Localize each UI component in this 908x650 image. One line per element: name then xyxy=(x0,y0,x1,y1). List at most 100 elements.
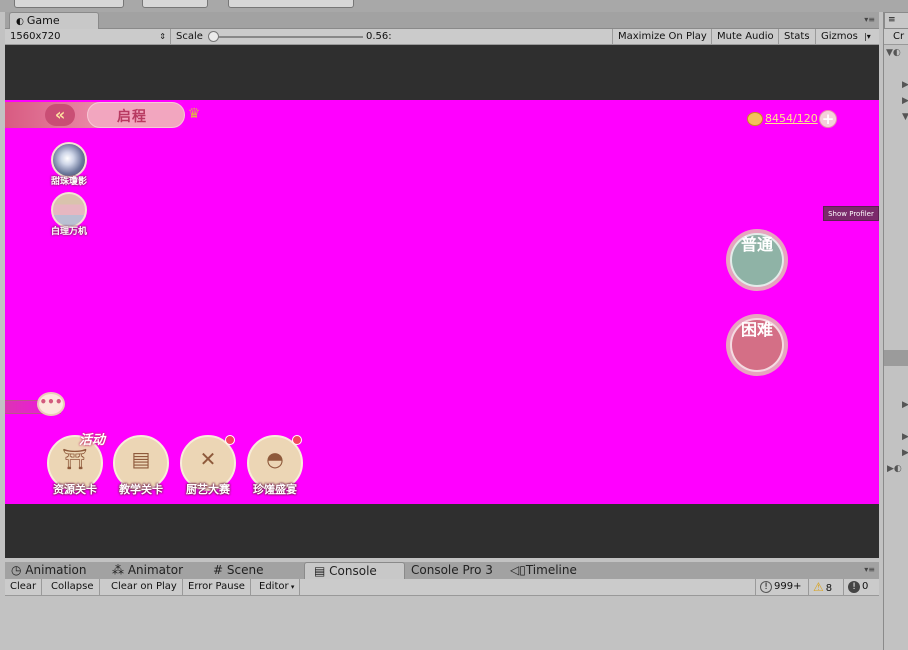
error-count-toggle[interactable]: ! 0 xyxy=(843,579,872,596)
main-toolbar xyxy=(0,0,908,12)
mute-audio-toggle[interactable]: Mute Audio xyxy=(711,29,779,45)
tab-menu-icon[interactable]: ▾≡ xyxy=(864,15,875,24)
difficulty-hard-label: 困难 xyxy=(740,320,773,339)
timeline-icon: ◁▯ xyxy=(510,563,526,577)
game-canvas[interactable]: « 启程 ♛ 8454/120 + 甜珠瓊影 白理万机 Show Profile… xyxy=(5,100,879,504)
editor-dropdown[interactable]: Editor ▾ xyxy=(254,579,301,596)
stats-toggle[interactable]: Stats xyxy=(778,29,815,45)
back-button[interactable]: « xyxy=(45,104,75,126)
crown-icon[interactable]: ♛ xyxy=(183,106,205,122)
tab-menu-icon[interactable]: ▾≡ xyxy=(864,565,875,574)
collapse-arrow-icon[interactable]: ▶ xyxy=(902,80,908,90)
bands-icon xyxy=(51,192,87,228)
orb-icon xyxy=(51,142,87,178)
tutorial-stage-button[interactable]: ▤ 教学关卡 xyxy=(111,435,171,501)
expand-arrow-icon[interactable]: ▼◐ xyxy=(886,48,901,58)
info-icon: ! xyxy=(760,581,772,593)
tab-label: Timeline xyxy=(525,563,577,577)
button-label: 教学关卡 xyxy=(119,483,163,496)
warning-count-toggle[interactable]: ⚠ 8 xyxy=(808,579,836,596)
gizmos-toggle[interactable]: Gizmos |▾ xyxy=(815,29,876,45)
tab-animator[interactable]: ⁂ Animator xyxy=(112,562,183,579)
button-label: 珍馐盛宴 xyxy=(253,483,297,496)
transform-tools[interactable] xyxy=(14,0,124,8)
resource-stage-button[interactable]: ⛩ 活动 资源关卡 xyxy=(45,433,105,501)
clear-on-play-toggle[interactable]: Clear on Play xyxy=(106,579,183,596)
tab-game[interactable]: ◐ Game xyxy=(9,12,99,29)
collapse-arrow-icon[interactable]: ▶ xyxy=(902,432,908,442)
error-icon: ! xyxy=(848,581,860,593)
book-icon: ▤ xyxy=(131,447,151,471)
scale-slider-track[interactable] xyxy=(217,36,363,38)
clock-icon: ◷ xyxy=(11,563,26,577)
collapse-arrow-icon[interactable]: ▶ xyxy=(902,448,908,458)
collapse-arrow-icon[interactable]: ▶ xyxy=(902,96,908,106)
plus-icon: + xyxy=(821,110,835,128)
cloche-icon: ◓ xyxy=(266,447,284,471)
activity-tag: 活动 xyxy=(79,433,106,448)
tab-scene[interactable]: # Scene xyxy=(213,562,263,579)
notification-dot xyxy=(225,435,235,445)
tab-label: Animator xyxy=(127,563,183,577)
resolution-value: 1560x720 xyxy=(10,31,61,42)
temple-icon: ⛩ xyxy=(62,447,88,471)
collapse-arrow-icon[interactable]: ▶◐ xyxy=(887,464,902,474)
dropdown-arrow-icon: ⇕ xyxy=(159,32,166,41)
side-icon-orb[interactable]: 甜珠瓊影 xyxy=(49,142,89,190)
grid-icon: # xyxy=(213,563,227,577)
dropdown-arrow-icon[interactable]: |▾ xyxy=(864,32,871,41)
tab-console-pro[interactable]: Console Pro 3 xyxy=(411,562,493,579)
button-label: 资源关卡 xyxy=(53,483,97,496)
error-pause-toggle[interactable]: Error Pause xyxy=(183,579,251,596)
game-view: « 启程 ♛ 8454/120 + 甜珠瓊影 白理万机 Show Profile… xyxy=(5,45,879,558)
scale-slider-handle[interactable] xyxy=(208,31,219,42)
gizmos-label: Gizmos xyxy=(821,31,858,42)
feast-button[interactable]: ◓ 珍馐盛宴 xyxy=(245,435,305,501)
difficulty-normal-button[interactable]: 普通 xyxy=(726,229,788,291)
scale-label: Scale xyxy=(176,31,203,42)
page-title: 启程 xyxy=(117,109,147,125)
difficulty-hard-button[interactable]: 困难 xyxy=(726,314,788,376)
expand-arrow-icon[interactable]: ▼ xyxy=(902,112,908,122)
pivot-toggle[interactable] xyxy=(228,0,354,8)
hierarchy-panel: ≡ Cr ▼◐ ▶ ▶ ▼ ▶ ▶ ▶ ▶◐ xyxy=(883,12,908,650)
stamina-value: 8454/120 xyxy=(765,112,818,125)
collapse-arrow-icon[interactable]: ▶ xyxy=(902,400,908,410)
animator-icon: ⁂ xyxy=(112,563,128,577)
dropdown-arrow-icon: ▾ xyxy=(288,583,295,591)
tab-animation[interactable]: ◷ Animation xyxy=(11,562,86,579)
editor-label: Editor xyxy=(259,581,289,592)
console-tab-bar: ◷ Animation ⁂ Animator # Scene ▤ Console… xyxy=(5,562,879,579)
info-count-toggle[interactable]: ! 999+ xyxy=(755,579,805,596)
tab-timeline[interactable]: ◁▯Timeline xyxy=(510,562,577,579)
rect-tools[interactable] xyxy=(142,0,208,8)
hierarchy-tab-icon[interactable]: ≡ xyxy=(884,12,908,29)
coin-icon xyxy=(747,112,763,126)
scrollbar-handle[interactable] xyxy=(884,350,908,366)
warning-count: 8 xyxy=(825,583,833,594)
chat-bubble-icon[interactable]: ••• xyxy=(37,392,65,416)
game-toolbar: 1560x720 ⇕ Scale 0.56: Maximize On Play … xyxy=(5,29,879,45)
console-log-area[interactable] xyxy=(5,596,879,650)
game-tab-bar: ◐ Game ▾≡ xyxy=(5,12,879,29)
error-count: 0 xyxy=(862,581,869,592)
side-icon-label: 甜珠瓊影 xyxy=(50,177,87,187)
stamina-counter: 8454/120 + xyxy=(747,110,837,128)
clear-button[interactable]: Clear xyxy=(5,579,43,596)
tab-game-label: Game xyxy=(26,14,60,27)
add-stamina-button[interactable]: + xyxy=(819,110,837,128)
show-profiler-button[interactable]: Show Profiler xyxy=(823,206,879,221)
side-icon-bands[interactable]: 白理万机 xyxy=(49,192,89,240)
cooking-contest-button[interactable]: ✕ 厨艺大赛 xyxy=(178,435,238,501)
maximize-on-play-toggle[interactable]: Maximize On Play xyxy=(612,29,712,45)
resolution-dropdown[interactable]: 1560x720 ⇕ xyxy=(5,29,171,45)
difficulty-normal-label: 普通 xyxy=(740,235,773,254)
console-icon: ▤ xyxy=(314,564,330,578)
collapse-toggle[interactable]: Collapse xyxy=(46,579,100,596)
tab-label: Animation xyxy=(25,563,87,577)
game-icon: ◐ xyxy=(16,17,24,27)
create-button[interactable]: Cr xyxy=(884,29,908,45)
notification-dot xyxy=(292,435,302,445)
back-arrow-icon: « xyxy=(54,105,66,124)
tab-console[interactable]: ▤ Console xyxy=(304,562,405,579)
